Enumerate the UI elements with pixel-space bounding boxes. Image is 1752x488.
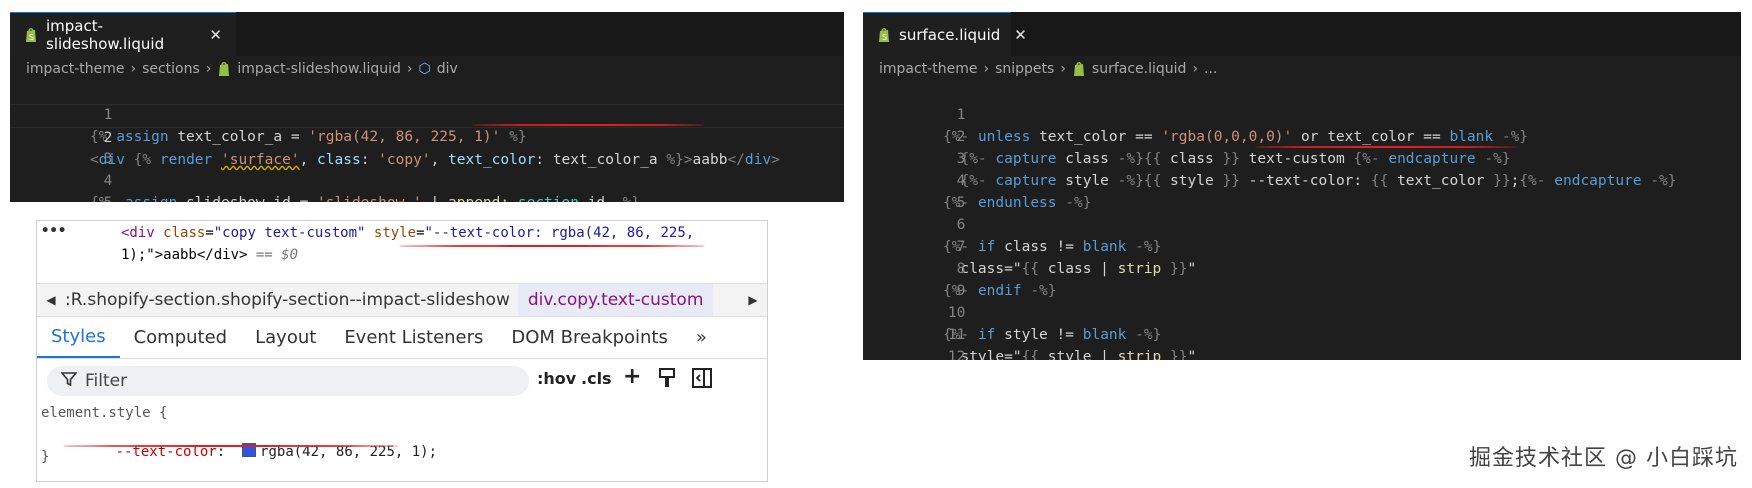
rule-close-brace: } — [41, 449, 50, 465]
dom-node-line[interactable]: 1);">aabb</div> == $0 — [121, 245, 298, 265]
devtools-tabs: Styles Computed Layout Event Listeners D… — [37, 317, 767, 359]
code-line: 8 {%- endif -%} — [863, 236, 1741, 299]
chevron-right-icon: › — [1192, 61, 1199, 77]
code-line: 5 — [10, 170, 844, 202]
breadcrumb-item[interactable]: div — [437, 61, 458, 77]
breadcrumb-item[interactable]: surface.liquid — [1092, 61, 1187, 77]
devtools-panel: ••• <div class="copy text-custom" style=… — [36, 220, 768, 482]
more-tabs-icon[interactable]: » — [682, 317, 721, 358]
cube-icon: ⬡ — [418, 61, 431, 77]
code-line: 3 {%- capture style -%}{{ style }} --tex… — [863, 126, 1741, 189]
breadcrumb-item[interactable]: sections — [142, 61, 200, 77]
code-line: 12 {%- endif -%} — [863, 324, 1741, 360]
caret-right-icon[interactable]: ▶ — [739, 293, 767, 307]
devtools-breadcrumb: ◀ :R.shopify-section.shopify-section--im… — [37, 283, 767, 317]
editor-tab-bar: S surface.liquid ✕ — [863, 12, 1741, 56]
breadcrumb-item-selected[interactable]: div.copy.text-custom — [517, 284, 714, 316]
tab-event-listeners[interactable]: Event Listeners — [330, 317, 497, 358]
watermark: 掘金技术社区 @ 小白踩坑 — [1469, 446, 1738, 471]
editor-tab-bar: S impact-slideshow.liquid ✕ — [10, 12, 844, 56]
chevron-right-icon: › — [130, 61, 137, 77]
filter-placeholder: Filter — [85, 371, 128, 391]
code-line: 5 — [863, 170, 1741, 211]
rule-selector: element.style { — [41, 405, 168, 421]
code-line: 4 {%- assign slideshow_id = 'slideshow-'… — [10, 148, 844, 202]
line-code: {%- assign slideshow_id = 'slideshow-' |… — [90, 192, 640, 202]
breadcrumb-item[interactable]: snippets — [995, 61, 1054, 77]
editor-impact-slideshow: S impact-slideshow.liquid ✕ impact-theme… — [10, 12, 844, 202]
style-declaration[interactable]: --text-color: rgba(42, 86, 225, 1); — [65, 427, 437, 476]
dom-node-text: 1);">aabb</div> — [121, 247, 248, 263]
code-line: 11 style="{{ style | strip }}" — [863, 302, 1741, 360]
chevron-right-icon: › — [983, 61, 990, 77]
annotation-underline — [63, 445, 399, 447]
cls-toggle[interactable]: .cls — [581, 369, 612, 388]
code-area[interactable]: 1 {%- unless text_color == 'rgba(0,0,0,0… — [863, 82, 1741, 360]
styles-toolbar: Filter :hov .cls + — [37, 359, 767, 401]
tab-impact-slideshow[interactable]: S impact-slideshow.liquid ✕ — [10, 12, 236, 56]
more-icon[interactable]: ••• — [41, 223, 66, 239]
shopify-liquid-icon — [1072, 61, 1086, 77]
code-line: 6 {%- if class != blank -%} — [863, 192, 1741, 255]
code-line: 4 {%- endunless -%} — [863, 148, 1741, 211]
tab-dom-breakpoints[interactable]: DOM Breakpoints — [497, 317, 681, 358]
code-line: 1 {%- unless text_color == 'rgba(0,0,0,0… — [863, 82, 1741, 145]
editor-surface: S surface.liquid ✕ impact-theme › snippe… — [863, 12, 1741, 360]
breadcrumb-item[interactable]: impact-theme — [26, 61, 124, 77]
close-icon[interactable]: ✕ — [1014, 26, 1027, 44]
code-line: 3 — [10, 126, 844, 167]
filter-icon — [60, 371, 78, 392]
shopify-liquid-icon: S — [877, 27, 891, 43]
shopify-liquid-icon: S — [24, 27, 38, 43]
code-line: 9 — [863, 258, 1741, 299]
annotation-underline — [399, 245, 705, 247]
dom-tree[interactable]: ••• <div class="copy text-custom" style=… — [37, 221, 767, 283]
code-line: 7 class="{{ class | strip }}" — [863, 214, 1741, 277]
line-number: 5 — [62, 192, 113, 202]
code-line-current: 2 <div {% render 'surface', class: 'copy… — [10, 104, 844, 168]
toggle-sidebar-icon[interactable] — [691, 367, 713, 393]
annotation-underline — [472, 124, 704, 126]
hov-toggle[interactable]: :hov — [537, 369, 576, 388]
tab-label: impact-slideshow.liquid — [46, 16, 165, 53]
breadcrumb-item[interactable]: impact-slideshow.liquid — [237, 61, 400, 77]
dom-selected-marker: == $0 — [255, 247, 299, 263]
close-icon[interactable]: ✕ — [209, 26, 222, 44]
dom-node-line[interactable]: <div class="copy text-custom" style="--t… — [121, 223, 694, 243]
code-line: 1 {% assign text_color_a = 'rgba(42, 86,… — [10, 82, 844, 145]
annotation-underline — [1255, 146, 1517, 148]
paint-brush-icon[interactable] — [657, 367, 677, 393]
filter-input[interactable]: Filter — [47, 366, 529, 396]
chevron-right-icon: › — [1060, 61, 1066, 77]
tab-layout[interactable]: Layout — [241, 317, 330, 358]
breadcrumb-item[interactable]: ... — [1204, 61, 1217, 77]
tab-styles[interactable]: Styles — [37, 317, 120, 358]
shopify-liquid-icon — [217, 61, 231, 77]
breadcrumb-item[interactable]: :R.shopify-section.shopify-section--impa… — [65, 290, 518, 310]
breadcrumb-item[interactable]: impact-theme — [879, 61, 977, 77]
code-line: 10 {%- if style != blank -%} — [863, 280, 1741, 343]
new-rule-icon[interactable]: + — [623, 364, 641, 389]
chevron-right-icon: › — [205, 61, 212, 77]
breadcrumb: impact-theme › sections › impact-slidesh… — [10, 56, 844, 82]
styles-pane: element.style { --text-color: rgba(42, 8… — [37, 403, 767, 481]
tab-label: surface.liquid — [899, 25, 1001, 44]
tab-surface[interactable]: S surface.liquid ✕ — [863, 12, 1027, 56]
code-line: 2 {%- capture class -%}{{ class }} text-… — [863, 104, 1741, 167]
chevron-right-icon: › — [406, 61, 413, 77]
caret-left-icon[interactable]: ◀ — [37, 293, 65, 307]
line-code: style="{{ style | strip }}" — [960, 349, 1197, 360]
line-number: 12 — [947, 349, 966, 360]
tab-computed[interactable]: Computed — [120, 317, 242, 358]
svg-text:S: S — [882, 33, 887, 42]
svg-text:S: S — [29, 33, 34, 42]
breadcrumb: impact-theme › snippets › surface.liquid… — [863, 56, 1741, 82]
